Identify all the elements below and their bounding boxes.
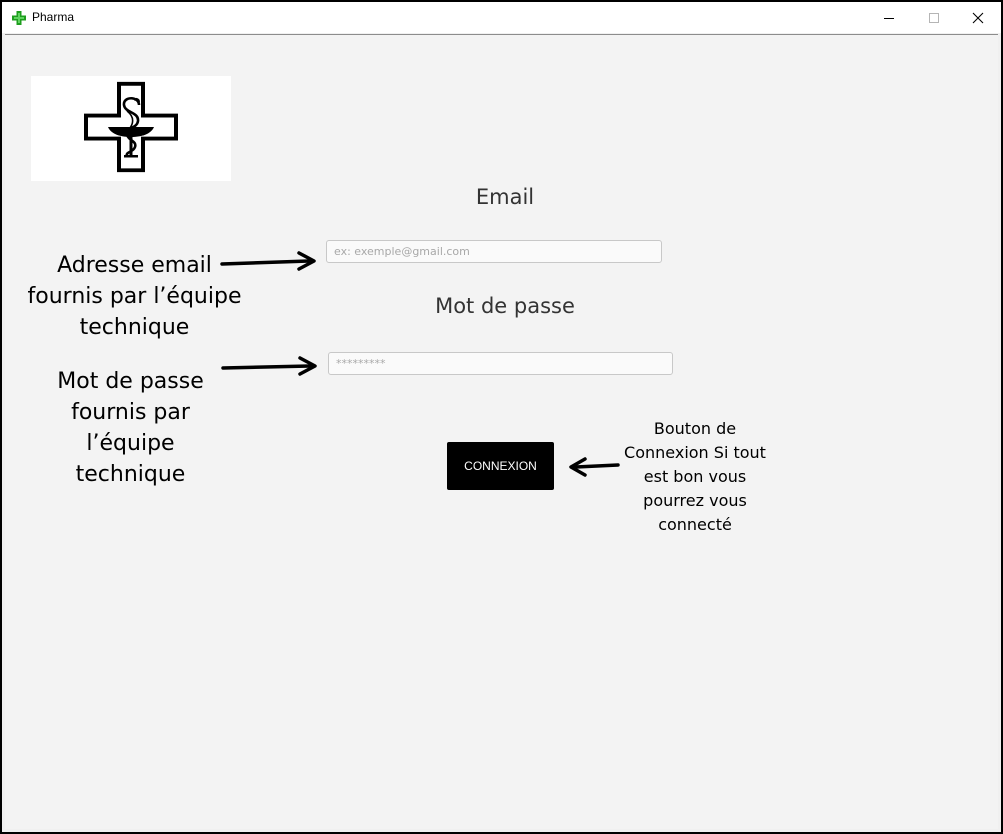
arrow-to-password-icon bbox=[221, 356, 317, 376]
annotation-line: Adresse email bbox=[57, 253, 212, 278]
annotation-line: Bouton de bbox=[653, 419, 737, 438]
login-panel: Email Mot de passe CONNEXION Adresse ema… bbox=[5, 34, 998, 829]
button-annotation: Bouton de Connexion Si tout est bon vous… bbox=[615, 417, 775, 537]
email-label: Email bbox=[475, 185, 535, 209]
email-annotation: Adresse email fournis par l’équipe techn… bbox=[22, 250, 247, 343]
password-input[interactable] bbox=[328, 352, 673, 375]
email-input[interactable] bbox=[326, 240, 662, 263]
pharmacy-logo bbox=[31, 76, 231, 181]
window-title: Pharma bbox=[32, 10, 75, 24]
annotation-line: fournis par bbox=[71, 400, 190, 425]
minimize-button[interactable] bbox=[866, 2, 912, 33]
annotation-line: Mot de passe bbox=[57, 369, 204, 394]
arrow-to-login-button-icon bbox=[569, 457, 620, 477]
close-icon bbox=[972, 12, 984, 24]
annotation-line: Connexion Si tout bbox=[624, 443, 766, 462]
close-button[interactable] bbox=[955, 2, 1001, 33]
password-label: Mot de passe bbox=[435, 294, 575, 318]
annotation-line: technique bbox=[75, 462, 186, 487]
annotation-line: technique bbox=[79, 315, 190, 340]
annotation-line: l’équipe bbox=[86, 431, 175, 456]
annotation-line: connecté bbox=[658, 515, 732, 534]
annotation-line: pourrez vous bbox=[643, 491, 747, 510]
pharmacy-caduceus-cross-logo bbox=[84, 81, 178, 173]
pharmacy-cross-icon bbox=[12, 10, 26, 25]
annotation-line: est bon vous bbox=[643, 467, 747, 486]
title-bar[interactable]: Pharma bbox=[2, 2, 1001, 33]
login-button[interactable]: CONNEXION bbox=[447, 442, 554, 490]
minimize-icon bbox=[884, 18, 894, 19]
maximize-icon bbox=[929, 13, 939, 23]
annotation-line: fournis par l’équipe bbox=[27, 284, 242, 309]
password-annotation: Mot de passe fournis par l’équipe techni… bbox=[38, 366, 223, 490]
app-window: Pharma Email ex: exemple@gmail.com Mot d… bbox=[2, 2, 1001, 832]
maximize-button[interactable] bbox=[911, 2, 957, 33]
